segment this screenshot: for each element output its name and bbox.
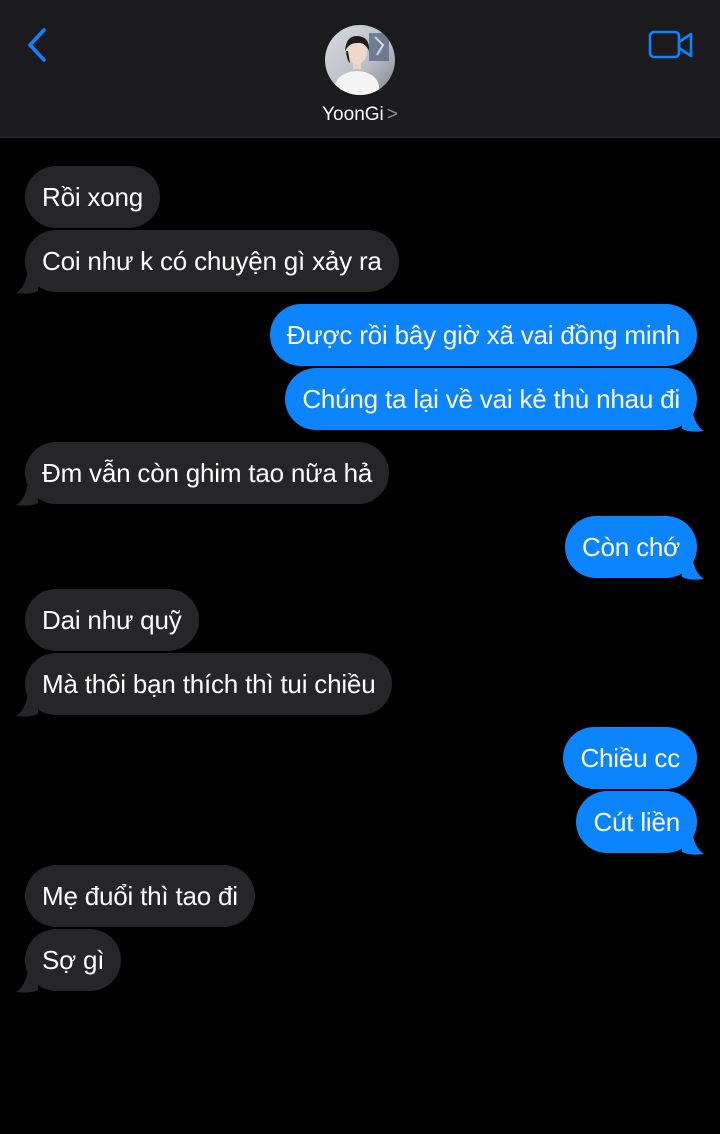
message-row: Dai như quỹ	[0, 589, 720, 651]
received-message-bubble[interactable]: Mẹ đuổi thì tao đi	[25, 865, 255, 927]
message-row: Rồi xong	[0, 166, 720, 228]
sent-message-bubble[interactable]: Cút liền	[576, 791, 697, 853]
received-message-bubble[interactable]: Dai như quỹ	[25, 589, 199, 651]
sent-message-bubble[interactable]: Được rồi bây giờ xã vai đồng minh	[269, 304, 697, 366]
message-row: Coi như k có chuyện gì xảy ra	[0, 230, 720, 294]
message-row: Đm vẫn còn ghim tao nữa hả	[0, 442, 720, 506]
received-message-bubble[interactable]: Sợ gì	[25, 929, 122, 991]
received-message-bubble[interactable]: Đm vẫn còn ghim tao nữa hả	[25, 442, 390, 504]
message-row: Còn chớ	[0, 516, 720, 580]
contact-name: YoonGi	[322, 104, 384, 125]
chevron-right-icon: >	[386, 104, 398, 125]
received-message-bubble[interactable]: Rồi xong	[25, 166, 161, 228]
conversation-header: YoonGi >	[0, 0, 720, 138]
received-message-bubble[interactable]: Coi như k có chuyện gì xảy ra	[25, 230, 399, 292]
sent-message-bubble[interactable]: Còn chớ	[564, 516, 697, 578]
video-call-icon[interactable]	[648, 29, 694, 61]
message-row: Sợ gì	[0, 929, 720, 993]
message-row: Chiều cc	[0, 727, 720, 789]
sent-message-bubble[interactable]: Chúng ta lại về vai kẻ thù nhau đi	[285, 368, 697, 430]
back-chevron-icon[interactable]	[18, 24, 58, 68]
received-message-bubble[interactable]: Mà thôi bạn thích thì tui chiều	[25, 653, 393, 715]
message-row: Mẹ đuổi thì tao đi	[0, 865, 720, 927]
message-row: Cút liền	[0, 791, 720, 855]
message-row: Được rồi bây giờ xã vai đồng minh	[0, 304, 720, 366]
message-row: Chúng ta lại về vai kẻ thù nhau đi	[0, 368, 720, 432]
sent-message-bubble[interactable]: Chiều cc	[563, 727, 697, 789]
contact-name-button[interactable]: YoonGi >	[0, 104, 720, 126]
message-row: Mà thôi bạn thích thì tui chiều	[0, 653, 720, 717]
contact-avatar[interactable]	[325, 25, 395, 95]
